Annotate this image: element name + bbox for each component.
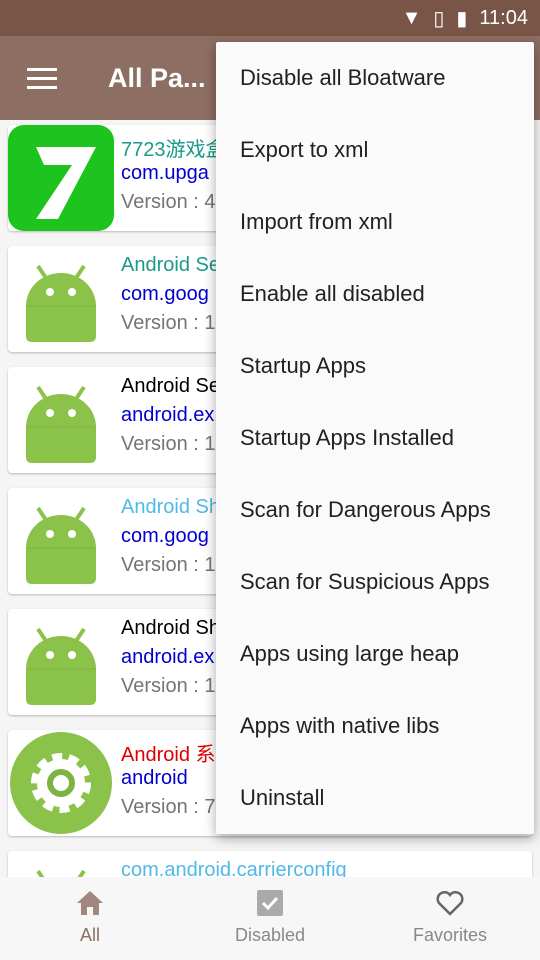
app-package: android xyxy=(121,767,188,789)
tab-favorites[interactable]: Favorites xyxy=(360,877,540,960)
status-bar: ▼ ▯ ▮ 11:04 xyxy=(0,0,540,36)
menu-item[interactable]: Import from xml xyxy=(216,186,534,258)
tab-label: All xyxy=(79,925,100,945)
app-name: Android Sh xyxy=(121,496,220,518)
hamburger-menu-icon[interactable] xyxy=(27,67,57,89)
menu-item[interactable]: Uninstall xyxy=(216,762,534,834)
tab-label: Disabled xyxy=(234,925,306,945)
app-version: Version : 1 xyxy=(121,554,216,576)
clock: 11:04 xyxy=(479,6,528,29)
menu-item[interactable]: Apps using large heap xyxy=(216,618,534,690)
menu-item[interactable]: Export to xml xyxy=(216,114,534,186)
app-version: Version : 1 xyxy=(121,675,216,697)
app-name: com.android.carrierconfig xyxy=(121,859,347,877)
app-package: com.goog xyxy=(121,283,209,305)
app-name: Android Sh xyxy=(121,617,220,639)
app-name: Android Se xyxy=(121,254,220,276)
page-title: All Pa... xyxy=(108,62,206,93)
tab-label: Favorites xyxy=(412,925,488,945)
app-name: 7723游戏盒 xyxy=(121,139,226,161)
app-name: Android Se xyxy=(121,375,220,397)
bottom-nav: All Disabled Favorites xyxy=(0,877,540,960)
tab-disabled[interactable]: Disabled xyxy=(180,877,360,960)
app-version: Version : 1 xyxy=(121,433,216,455)
no-sim-icon: ▯ xyxy=(433,7,445,30)
app-list-item[interactable]: com.android.carrierconfig xyxy=(8,851,532,877)
app-version: Version : 4 xyxy=(121,191,216,213)
wifi-icon: ▼ xyxy=(401,6,422,29)
menu-item[interactable]: Startup Apps Installed xyxy=(216,402,534,474)
menu-item[interactable]: Startup Apps xyxy=(216,330,534,402)
tab-all[interactable]: All xyxy=(0,877,180,960)
menu-item[interactable]: Scan for Dangerous Apps xyxy=(216,474,534,546)
app-package: android.ex xyxy=(121,646,215,668)
menu-item[interactable]: Apps with native libs xyxy=(216,690,534,762)
checkbox-icon xyxy=(257,890,283,916)
home-icon xyxy=(77,891,103,915)
heart-icon xyxy=(436,890,464,916)
app-package: com.upga xyxy=(121,162,209,184)
overflow-menu: Disable all Bloatware Export to xml Import… xyxy=(216,42,534,834)
app-package: com.goog xyxy=(121,525,209,547)
app-version: Version : 7 xyxy=(121,796,216,818)
app-package: android.ex xyxy=(121,404,215,426)
menu-item[interactable]: Enable all disabled xyxy=(216,258,534,330)
app-version: Version : 1 xyxy=(121,312,216,334)
battery-charging-icon: ▮ xyxy=(456,7,468,30)
app-name: Android 系 xyxy=(121,744,216,766)
menu-item[interactable]: Disable all Bloatware xyxy=(216,42,534,114)
menu-item[interactable]: Scan for Suspicious Apps xyxy=(216,546,534,618)
